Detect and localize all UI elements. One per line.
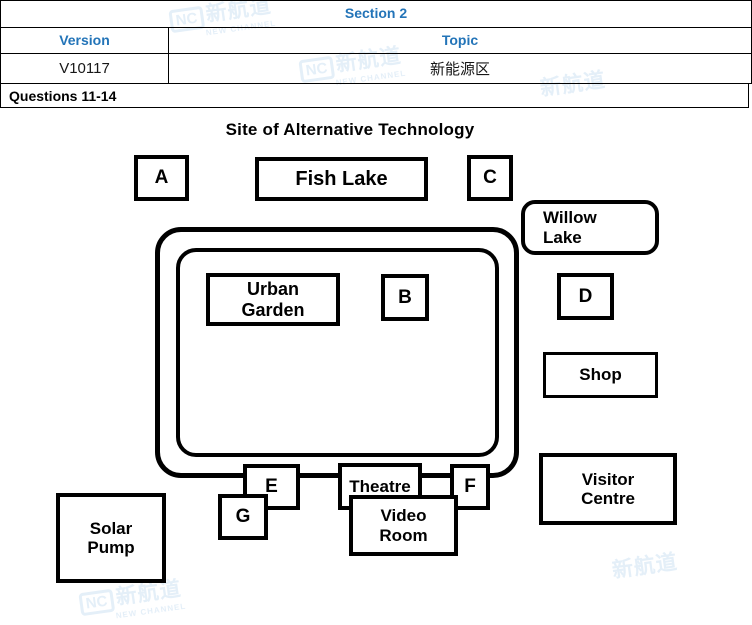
page-title: Section 2 xyxy=(344,5,408,21)
map-box-urban-garden-label-line2: Garden xyxy=(241,299,305,320)
table-row: Section 2 xyxy=(0,0,752,28)
map-box-b[interactable]: B xyxy=(381,274,429,321)
table-row: V10117 新能源区 xyxy=(0,53,752,84)
column-header-version: Version xyxy=(0,27,169,54)
map-box-video-room-label-line1: Video xyxy=(380,506,427,526)
map-box-solar-pump[interactable]: Solar Pump xyxy=(56,493,166,583)
map-box-urban-garden-label-line1: Urban xyxy=(246,279,299,300)
map-box-solar-pump-label-line1: Solar xyxy=(89,518,133,538)
map-box-fish-lake-label: Fish Lake xyxy=(295,167,388,190)
map-box-theatre-label: Theatre xyxy=(349,476,411,496)
section-title-cell: Section 2 xyxy=(0,0,752,28)
map-box-urban-garden[interactable]: Urban Garden xyxy=(206,273,340,326)
map-box-shop-label: Shop xyxy=(579,365,622,385)
map-box-d-label: D xyxy=(578,285,593,307)
map-box-c[interactable]: C xyxy=(467,155,513,201)
column-header-topic: Topic xyxy=(168,27,752,54)
cell-version-value: V10117 xyxy=(0,53,169,84)
map-box-b-label: B xyxy=(398,286,412,308)
section-header-table: Section 2 Version Topic V10117 新能源区 xyxy=(0,0,752,84)
table-row: Version Topic xyxy=(0,27,752,54)
map-box-video-room-label-line2: Room xyxy=(379,525,428,545)
map-box-solar-pump-label-line2: Pump xyxy=(87,538,135,557)
map-box-f-label: F xyxy=(464,476,476,498)
map-box-fish-lake[interactable]: Fish Lake xyxy=(255,157,428,201)
map-box-a[interactable]: A xyxy=(134,155,189,201)
map-box-visitor-centre-label-line1: Visitor xyxy=(581,469,635,489)
map-box-c-label: C xyxy=(483,167,497,189)
map-box-willow-lake[interactable]: Willow Lake xyxy=(521,200,659,255)
map-title: Site of Alternative Technology xyxy=(225,120,475,139)
map-box-willow-lake-label-line1: Willow xyxy=(543,208,597,227)
map-box-visitor-centre[interactable]: Visitor Centre xyxy=(539,453,677,525)
map-box-a-label: A xyxy=(154,167,169,189)
site-map-diagram: Site of Alternative Technology A Fish La… xyxy=(0,108,752,610)
map-box-d[interactable]: D xyxy=(557,273,614,320)
questions-range-label: Questions 11-14 xyxy=(9,87,117,104)
map-box-willow-lake-label-line2: Lake xyxy=(543,227,582,247)
map-box-shop[interactable]: Shop xyxy=(543,352,658,398)
questions-range-bar: Questions 11-14 xyxy=(0,84,749,108)
map-box-video-room[interactable]: Video Room xyxy=(349,495,458,556)
map-box-visitor-centre-label-line2: Centre xyxy=(581,489,635,508)
map-box-g[interactable]: G xyxy=(218,494,268,540)
cell-topic-value: 新能源区 xyxy=(168,53,752,84)
map-box-g-label: G xyxy=(235,506,251,528)
